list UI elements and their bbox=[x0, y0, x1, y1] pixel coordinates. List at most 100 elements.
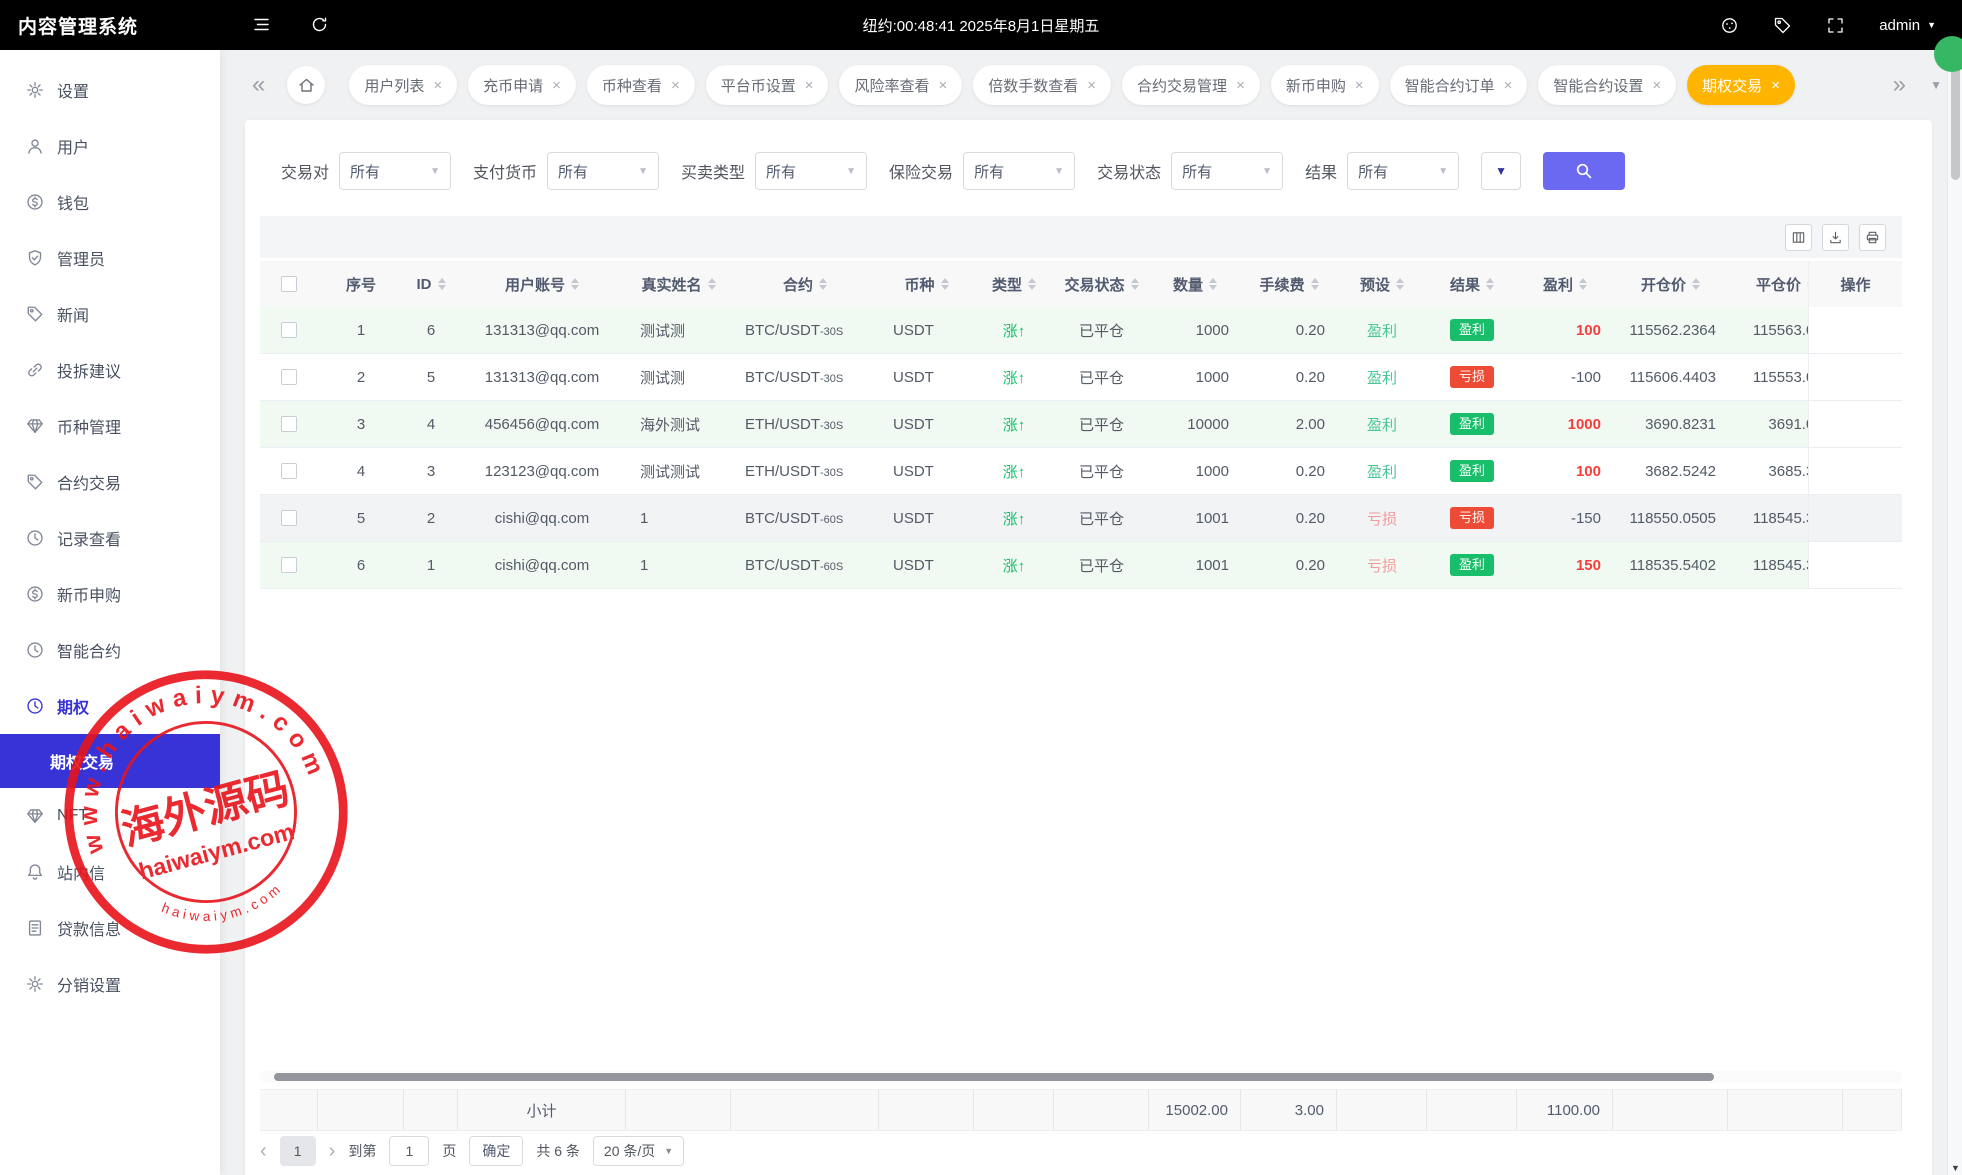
prev-page-button[interactable]: ‹ bbox=[260, 1141, 267, 1161]
sidebar-item[interactable]: 智能合约 bbox=[0, 622, 220, 678]
column-header[interactable]: 真实姓名 bbox=[626, 261, 731, 307]
next-page-button[interactable]: › bbox=[329, 1141, 336, 1161]
tab-item[interactable]: 合约交易管理× bbox=[1122, 65, 1260, 105]
scroll-down-arrow-icon[interactable]: ▼ bbox=[1948, 1163, 1962, 1173]
row-checkbox[interactable] bbox=[281, 463, 297, 479]
sort-icon[interactable] bbox=[708, 278, 716, 290]
refresh-icon[interactable] bbox=[310, 15, 329, 34]
sidebar-item[interactable]: 投拆建议 bbox=[0, 342, 220, 398]
floating-button[interactable] bbox=[1934, 36, 1962, 72]
page-number-button[interactable]: 1 bbox=[280, 1136, 316, 1166]
sidebar-item[interactable]: 贷款信息 bbox=[0, 900, 220, 956]
tab-item[interactable]: 新币申购× bbox=[1271, 65, 1379, 105]
sidebar-item[interactable]: 期权 bbox=[0, 678, 220, 734]
filter-select[interactable]: 所有▼ bbox=[1347, 152, 1459, 190]
column-header[interactable]: 预设 bbox=[1337, 261, 1427, 307]
tabs-menu-icon[interactable]: ▼ bbox=[1930, 79, 1942, 91]
filter-select[interactable]: 所有▼ bbox=[755, 152, 867, 190]
tab-active[interactable]: 期权交易× bbox=[1687, 65, 1795, 105]
sidebar-item[interactable]: 分销设置 bbox=[0, 956, 220, 1012]
sidebar-item[interactable]: 设置 bbox=[0, 62, 220, 118]
column-header[interactable]: 合约 bbox=[731, 261, 879, 307]
sort-icon[interactable] bbox=[1028, 278, 1036, 290]
column-header[interactable]: 交易状态 bbox=[1054, 261, 1149, 307]
sort-icon[interactable] bbox=[1131, 278, 1139, 290]
column-header[interactable]: 盈利 bbox=[1517, 261, 1613, 307]
select-all-header[interactable] bbox=[260, 261, 318, 307]
close-tab-icon[interactable]: × bbox=[1652, 77, 1661, 94]
tab-item[interactable]: 智能合约订单× bbox=[1390, 65, 1528, 105]
jump-page-input[interactable] bbox=[389, 1136, 429, 1166]
tab-item[interactable]: 用户列表× bbox=[349, 65, 457, 105]
close-tab-icon[interactable]: × bbox=[1771, 77, 1780, 94]
filter-collapse-button[interactable]: ▼ bbox=[1481, 152, 1521, 190]
filter-select[interactable]: 所有▼ bbox=[339, 152, 451, 190]
sort-icon[interactable] bbox=[438, 278, 446, 290]
sidebar-item[interactable]: 新币申购 bbox=[0, 566, 220, 622]
row-checkbox[interactable] bbox=[281, 557, 297, 573]
tabs-scroll-left-icon[interactable]: « bbox=[252, 73, 265, 97]
sidebar-item[interactable]: NFT bbox=[0, 788, 220, 844]
sidebar-item[interactable]: 站内信 bbox=[0, 844, 220, 900]
tab-item[interactable]: 充币申请× bbox=[468, 65, 576, 105]
row-checkbox[interactable] bbox=[281, 416, 297, 432]
search-button[interactable] bbox=[1543, 152, 1625, 190]
tabs-scroll-right-icon[interactable]: » bbox=[1893, 73, 1906, 97]
close-tab-icon[interactable]: × bbox=[1504, 77, 1513, 94]
close-tab-icon[interactable]: × bbox=[1236, 77, 1245, 94]
sort-icon[interactable] bbox=[1579, 278, 1587, 290]
sort-icon[interactable] bbox=[1311, 278, 1319, 290]
sort-icon[interactable] bbox=[941, 278, 949, 290]
globe-icon[interactable] bbox=[1720, 16, 1739, 35]
column-header[interactable]: 数量 bbox=[1149, 261, 1241, 307]
sort-icon[interactable] bbox=[819, 278, 827, 290]
home-tab-icon[interactable] bbox=[287, 66, 325, 104]
close-tab-icon[interactable]: × bbox=[1355, 77, 1364, 94]
sidebar-item[interactable]: 合约交易 bbox=[0, 454, 220, 510]
user-menu[interactable]: admin ▼ bbox=[1879, 17, 1936, 34]
close-tab-icon[interactable]: × bbox=[552, 77, 561, 94]
tag-icon[interactable] bbox=[1773, 16, 1792, 35]
tab-item[interactable]: 风险率查看× bbox=[839, 65, 962, 105]
sort-icon[interactable] bbox=[1692, 278, 1700, 290]
print-icon[interactable] bbox=[1859, 224, 1886, 251]
sidebar-item[interactable]: 用户 bbox=[0, 118, 220, 174]
row-checkbox[interactable] bbox=[281, 510, 297, 526]
filter-select[interactable]: 所有▼ bbox=[547, 152, 659, 190]
select-all-checkbox[interactable] bbox=[281, 276, 297, 292]
row-checkbox[interactable] bbox=[281, 322, 297, 338]
confirm-button[interactable]: 确定 bbox=[469, 1136, 523, 1166]
sort-icon[interactable] bbox=[1486, 278, 1494, 290]
vertical-scrollbar-thumb[interactable] bbox=[1951, 60, 1960, 180]
sort-icon[interactable] bbox=[1209, 278, 1217, 290]
page-size-select[interactable]: 20 条/页 ▼ bbox=[593, 1136, 684, 1166]
column-header[interactable]: 类型 bbox=[974, 261, 1054, 307]
column-header[interactable]: 开仓价 bbox=[1613, 261, 1728, 307]
tab-item[interactable]: 智能合约设置× bbox=[1538, 65, 1676, 105]
export-icon[interactable] bbox=[1822, 224, 1849, 251]
sidebar-subitem[interactable]: 期权交易 bbox=[0, 734, 220, 788]
tab-item[interactable]: 倍数手数查看× bbox=[973, 65, 1111, 105]
close-tab-icon[interactable]: × bbox=[1087, 77, 1096, 94]
menu-collapse-icon[interactable] bbox=[252, 15, 271, 34]
column-header[interactable]: 手续费 bbox=[1241, 261, 1337, 307]
sort-icon[interactable] bbox=[571, 278, 579, 290]
sidebar-item[interactable]: 记录查看 bbox=[0, 510, 220, 566]
close-tab-icon[interactable]: × bbox=[433, 77, 442, 94]
column-header[interactable]: 结果 bbox=[1427, 261, 1517, 307]
close-tab-icon[interactable]: × bbox=[805, 77, 814, 94]
sidebar-item[interactable]: 钱包 bbox=[0, 174, 220, 230]
sidebar-item[interactable]: 新闻 bbox=[0, 286, 220, 342]
tab-item[interactable]: 币种查看× bbox=[587, 65, 695, 105]
sidebar-item[interactable]: 币种管理 bbox=[0, 398, 220, 454]
sort-icon[interactable] bbox=[1396, 278, 1404, 290]
filter-select[interactable]: 所有▼ bbox=[1171, 152, 1283, 190]
tab-item[interactable]: 平台币设置× bbox=[706, 65, 829, 105]
row-checkbox[interactable] bbox=[281, 369, 297, 385]
fullscreen-icon[interactable] bbox=[1826, 16, 1845, 35]
columns-icon[interactable] bbox=[1785, 224, 1812, 251]
horizontal-scrollbar-thumb[interactable] bbox=[274, 1073, 1714, 1081]
column-header[interactable]: ID bbox=[404, 261, 458, 307]
column-header[interactable]: 币种 bbox=[879, 261, 974, 307]
close-tab-icon[interactable]: × bbox=[939, 77, 948, 94]
